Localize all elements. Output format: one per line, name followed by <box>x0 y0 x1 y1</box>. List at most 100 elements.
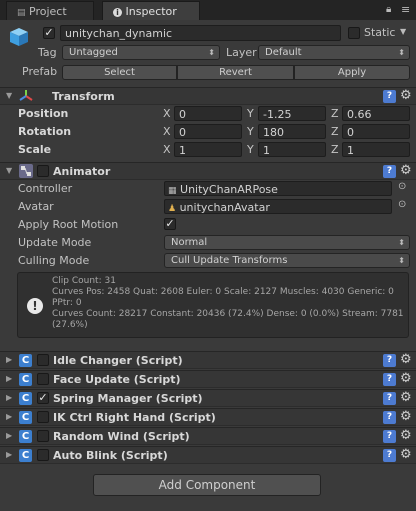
animator-title: Animator <box>53 165 111 178</box>
controller-field[interactable]: ▦ UnityChanARPose <box>164 181 392 196</box>
animator-enabled-checkbox[interactable] <box>37 165 49 177</box>
script-enabled-checkbox[interactable] <box>37 430 49 442</box>
script-enabled-checkbox[interactable] <box>37 354 49 366</box>
gear-icon[interactable]: ⚙ <box>400 391 412 404</box>
gear-icon[interactable]: ⚙ <box>400 164 412 177</box>
help-icon[interactable]: ? <box>383 90 396 103</box>
fold-down-icon[interactable]: ▼ <box>6 166 12 175</box>
object-picker-icon[interactable]: ⊙ <box>398 199 406 210</box>
help-icon[interactable]: ? <box>383 449 396 462</box>
animator-icon <box>19 164 33 178</box>
culling-mode-dropdown[interactable]: Cull Update Transforms ⬍ <box>164 253 410 268</box>
fold-right-icon[interactable]: ▶ <box>6 355 12 364</box>
object-name-input[interactable]: unitychan_dynamic <box>60 25 341 41</box>
static-checkbox[interactable] <box>348 27 360 39</box>
csharp-script-icon: C <box>19 449 32 462</box>
menu-icon[interactable]: ≡ <box>401 3 410 16</box>
fold-right-icon[interactable]: ▶ <box>6 393 12 402</box>
tab-project-label: Project <box>29 5 67 18</box>
script-enabled-checkbox[interactable] <box>37 373 49 385</box>
update-mode-value: Normal <box>171 237 208 248</box>
gear-icon[interactable]: ⚙ <box>400 372 412 385</box>
gear-icon[interactable]: ⚙ <box>400 429 412 442</box>
gear-icon[interactable]: ⚙ <box>400 410 412 423</box>
gear-icon[interactable]: ⚙ <box>400 89 412 102</box>
position-y-field[interactable]: -1.25 <box>258 106 326 121</box>
tag-value: Untagged <box>69 47 118 58</box>
help-icon[interactable]: ? <box>383 411 396 424</box>
animator-info-box: ! Clip Count: 31 Curves Pos: 2458 Quat: … <box>17 272 409 338</box>
animator-controller-icon: ▦ <box>168 186 177 196</box>
tab-inspector-label: Inspector <box>125 5 177 18</box>
avatar-field[interactable]: ♟ unitychanAvatar <box>164 199 392 214</box>
script-header-random-wind[interactable]: ▶ C Random Wind (Script) ? ⚙ <box>0 427 416 445</box>
axis-x-label: X <box>163 125 171 138</box>
script-header-ik-ctrl[interactable]: ▶ C IK Ctrl Right Hand (Script) ? ⚙ <box>0 408 416 426</box>
help-icon[interactable]: ? <box>383 430 396 443</box>
controller-value: UnityChanARPose <box>180 183 278 196</box>
position-x-field[interactable]: 0 <box>174 106 242 121</box>
scale-x-field[interactable]: 1 <box>174 142 242 157</box>
help-icon[interactable]: ? <box>383 165 396 178</box>
script-enabled-checkbox[interactable] <box>37 449 49 461</box>
script-header-spring-manager[interactable]: ▶ C ✓ Spring Manager (Script) ? ⚙ <box>0 389 416 407</box>
layer-value: Default <box>265 47 302 58</box>
help-icon[interactable]: ? <box>383 354 396 367</box>
info-exclamation-icon: ! <box>27 298 43 314</box>
rotation-x-field[interactable]: 0 <box>174 124 242 139</box>
updown-arrow-icon: ⬍ <box>398 238 405 247</box>
animator-header[interactable]: ▼ Animator ? ⚙ <box>0 162 416 180</box>
object-picker-icon[interactable]: ⊙ <box>398 181 406 192</box>
axis-z-label: Z <box>331 125 339 138</box>
update-mode-dropdown[interactable]: Normal ⬍ <box>164 235 410 250</box>
static-dropdown-arrow-icon[interactable]: ▼ <box>400 27 406 36</box>
axis-y-label: Y <box>247 107 254 120</box>
gear-icon[interactable]: ⚙ <box>400 353 412 366</box>
avatar-label: Avatar <box>18 200 54 213</box>
script-title: Random Wind (Script) <box>53 430 190 443</box>
gear-icon[interactable]: ⚙ <box>400 448 412 461</box>
script-header-idle-changer[interactable]: ▶ C Idle Changer (Script) ? ⚙ <box>0 351 416 369</box>
tab-project[interactable]: ▤ Project <box>6 1 94 20</box>
script-title: Face Update (Script) <box>53 373 181 386</box>
rotation-label: Rotation <box>18 125 72 138</box>
rotation-z-field[interactable]: 0 <box>342 124 410 139</box>
prefab-apply-button[interactable]: Apply <box>294 65 410 80</box>
rotation-y-field[interactable]: 180 <box>258 124 326 139</box>
help-icon[interactable]: ? <box>383 373 396 386</box>
static-label: Static <box>364 26 396 39</box>
updown-arrow-icon: ⬍ <box>398 48 405 57</box>
fold-right-icon[interactable]: ▶ <box>6 374 12 383</box>
active-checkbox[interactable]: ✓ <box>43 27 55 39</box>
transform-header[interactable]: ▼ Transform ? ⚙ <box>0 87 416 105</box>
help-icon[interactable]: ? <box>383 392 396 405</box>
apply-root-motion-checkbox[interactable]: ✓ <box>164 218 176 230</box>
add-component-button[interactable]: Add Component <box>93 474 321 496</box>
csharp-script-icon: C <box>19 373 32 386</box>
scale-z-field[interactable]: 1 <box>342 142 410 157</box>
tag-dropdown[interactable]: Untagged ⬍ <box>62 45 220 60</box>
position-label: Position <box>18 107 69 120</box>
fold-right-icon[interactable]: ▶ <box>6 450 12 459</box>
fold-right-icon[interactable]: ▶ <box>6 412 12 421</box>
prefab-label: Prefab <box>22 65 58 78</box>
script-header-auto-blink[interactable]: ▶ C Auto Blink (Script) ? ⚙ <box>0 446 416 464</box>
fold-down-icon[interactable]: ▼ <box>6 91 12 100</box>
layer-dropdown[interactable]: Default ⬍ <box>258 45 410 60</box>
fold-right-icon[interactable]: ▶ <box>6 431 12 440</box>
prefab-select-button[interactable]: Select <box>62 65 177 80</box>
script-title: Auto Blink (Script) <box>53 449 168 462</box>
prefab-revert-button[interactable]: Revert <box>177 65 294 80</box>
axis-z-label: Z <box>331 107 339 120</box>
script-enabled-checkbox[interactable] <box>37 411 49 423</box>
tab-inspector[interactable]: i Inspector <box>102 1 200 20</box>
cube-icon <box>8 26 30 48</box>
script-enabled-checkbox[interactable]: ✓ <box>37 392 49 404</box>
scale-label: Scale <box>18 143 52 156</box>
position-z-field[interactable]: 0.66 <box>342 106 410 121</box>
scale-y-field[interactable]: 1 <box>258 142 326 157</box>
lock-icon[interactable]: 🔒︎ <box>386 4 391 15</box>
animator-info-text: Clip Count: 31 Curves Pos: 2458 Quat: 26… <box>52 276 404 330</box>
script-header-face-update[interactable]: ▶ C Face Update (Script) ? ⚙ <box>0 370 416 388</box>
axis-z-label: Z <box>331 143 339 156</box>
